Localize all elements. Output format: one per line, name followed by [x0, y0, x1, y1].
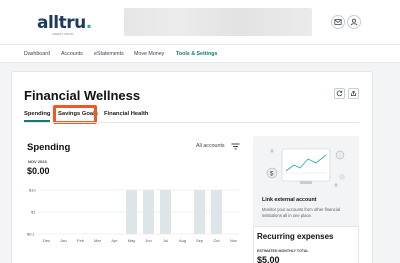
y-tick-1: $1 [31, 210, 36, 215]
link-accounts-illustration: $ [266, 148, 345, 187]
bar-jun[interactable] [143, 190, 154, 234]
filter-icon[interactable] [231, 143, 240, 150]
nav-tools-settings[interactable]: Tools & Settings [176, 51, 217, 57]
link-external-account-link[interactable]: Link external account [262, 197, 316, 203]
x-tick-jun: Jun [145, 238, 151, 243]
y-tick-10: $10 [29, 188, 36, 193]
brand-tagline: CREDIT UNION [52, 32, 74, 36]
bar-oct[interactable] [211, 190, 222, 234]
nav-move-money[interactable]: Move Money [134, 51, 164, 57]
bar-sep[interactable] [194, 190, 205, 234]
x-tick-aug: Aug [179, 238, 186, 243]
recurring-expenses-amount: $5.00 [257, 255, 280, 263]
x-tick-jan: Jan [60, 238, 66, 243]
tab-divider [24, 122, 359, 123]
brand-name: alltru [37, 13, 86, 33]
brand-dot: . [85, 13, 92, 33]
brand-logo[interactable]: alltru. [37, 13, 92, 33]
spending-bar-chart: $10 $1 $0.1 Dec Jan Feb Mar Apr May Jun Jul Aug S… [27, 188, 239, 243]
page-title: Financial Wellness [24, 88, 141, 103]
nav-accounts[interactable]: Accounts [61, 51, 83, 57]
settings-icon [351, 90, 356, 96]
x-tick-feb: Feb [77, 238, 85, 243]
spending-amount: $0.00 [27, 166, 50, 176]
top-header: alltru. CREDIT UNION [0, 0, 400, 44]
bar-may[interactable] [126, 190, 137, 234]
settings-button[interactable] [348, 88, 359, 99]
spending-period: NOV 2023 [28, 159, 47, 164]
x-tick-sep: Sep [196, 238, 204, 243]
tab-spending[interactable]: Spending [24, 111, 50, 117]
tab-financial-health[interactable]: Financial Health [104, 111, 148, 117]
bar-jul[interactable] [160, 190, 171, 234]
user-icon [350, 18, 358, 26]
link-external-account-description: Monitor your accounts from other financi… [262, 207, 340, 218]
nav-dashboard[interactable]: Dashboard [24, 51, 50, 57]
mail-button[interactable] [331, 15, 345, 29]
user-menu-button[interactable] [347, 15, 361, 29]
account-banner-redacted [124, 8, 312, 36]
x-tick-apr: Apr [111, 238, 118, 243]
x-tick-nov: Nov [230, 238, 237, 243]
main-nav: Dashboard Accounts eStatements Move Mone… [0, 44, 400, 63]
y-tick-01: $0.1 [27, 232, 36, 237]
nav-estatements[interactable]: eStatements [94, 51, 124, 57]
mail-icon [334, 19, 342, 25]
x-tick-jul: Jul [163, 238, 168, 243]
x-tick-mar: Mar [94, 238, 102, 243]
spending-heading: Spending [27, 142, 71, 153]
x-tick-may: May [128, 238, 136, 243]
x-tick-dec: Dec [43, 238, 50, 243]
recurring-expenses-subtitle: ESTIMATED MONTHLY TOTAL [257, 249, 309, 253]
refresh-button[interactable] [334, 88, 345, 99]
recurring-expenses-title: Recurring expenses [257, 232, 334, 241]
account-filter-select[interactable]: All accounts [196, 143, 225, 149]
x-tick-oct: Oct [213, 238, 220, 243]
refresh-icon [336, 90, 343, 97]
